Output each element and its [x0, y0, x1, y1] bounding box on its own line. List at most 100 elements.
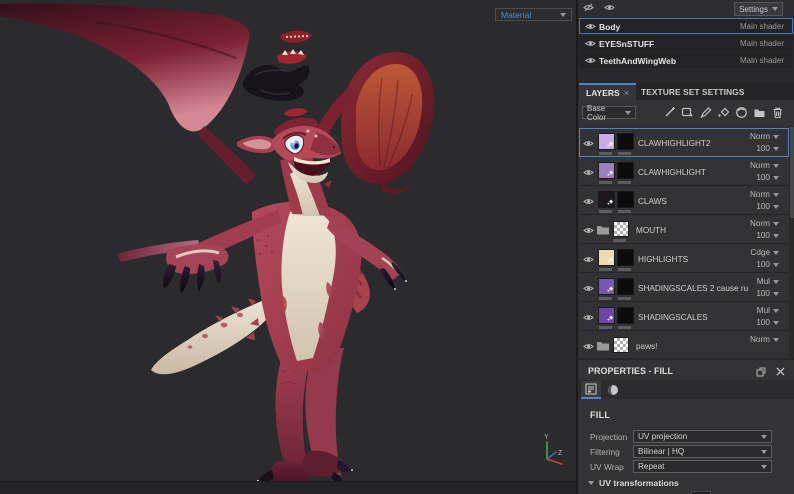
layer-row-clawhighlight2[interactable]: CLAWHIGHLIGHT2 Norm 100 — [579, 128, 789, 157]
scrollbar-thumb[interactable] — [789, 127, 794, 218]
delete-trash-icon[interactable] — [771, 106, 784, 119]
3d-viewport[interactable]: Y Z Material — [0, 0, 578, 494]
layer-row-paws[interactable]: paws! Norm — [579, 331, 789, 358]
blend-mode-dropdown[interactable]: Mul — [757, 306, 779, 315]
visibility-eye-icon[interactable] — [583, 255, 594, 266]
layers-list: CLAWHIGHLIGHT2 Norm 100 CLAWHIGHLIGHT No… — [578, 126, 794, 358]
layer-name: CLAWS — [638, 197, 667, 206]
folder-content-thumbnail[interactable] — [613, 221, 629, 237]
layer-mask-thumbnail[interactable] — [617, 249, 634, 266]
texture-set-name: Body — [599, 22, 621, 32]
chevron-down-icon — [772, 7, 778, 11]
right-dock-panel: Settings Body Main shader EYESnSTUFF Mai… — [578, 0, 794, 494]
visibility-eye-icon[interactable] — [604, 3, 615, 14]
texture-set-shader: Main shader — [739, 22, 784, 31]
uv-transformations-section-header[interactable]: UV transformations — [588, 478, 679, 488]
dragon-model — [0, 3, 435, 492]
layer-row-highlights[interactable]: HIGHLIGHTS Cdge 100 — [579, 244, 789, 273]
texture-set-row-body[interactable]: Body Main shader — [579, 18, 793, 34]
group-folder-icon[interactable] — [753, 106, 766, 119]
visibility-eye-icon[interactable] — [583, 313, 594, 324]
layer-name: CLAWHIGHLIGHT2 — [638, 139, 711, 148]
layer-fill-thumbnail[interactable] — [598, 307, 615, 324]
layer-row-shadingscales-2[interactable]: SHADINGSCALES 2 cause running ... Mul 10… — [579, 273, 789, 302]
tab-material-sphere[interactable] — [603, 381, 623, 399]
opacity-dropdown[interactable]: 100 — [756, 173, 779, 182]
add-smart-material-icon[interactable] — [681, 106, 694, 119]
folder-content-thumbnail[interactable] — [613, 337, 629, 353]
visibility-eye-icon[interactable] — [583, 226, 594, 237]
opacity-dropdown[interactable]: 100 — [756, 260, 779, 269]
visibility-eye-icon[interactable] — [583, 168, 594, 179]
uv-wrap-dropdown[interactable]: Repeat — [633, 460, 772, 473]
viewport-bottom-strip — [0, 481, 576, 494]
layer-mask-thumbnail[interactable] — [617, 278, 634, 295]
opacity-dropdown[interactable]: 100 — [756, 318, 779, 327]
layer-name: SHADINGSCALES 2 cause running ... — [638, 284, 748, 293]
blend-mode-dropdown[interactable]: Norm — [750, 335, 779, 344]
panel-tab-bar: LAYERS × TEXTURE SET SETTINGS — [578, 83, 794, 100]
blend-mode-dropdown[interactable]: Norm — [750, 132, 779, 141]
layer-fill-thumbnail[interactable] — [598, 278, 615, 295]
layer-mask-thumbnail[interactable] — [617, 191, 634, 208]
projection-dropdown[interactable]: UV projection — [633, 430, 772, 443]
opacity-dropdown[interactable]: 100 — [756, 144, 779, 153]
opacity-dropdown[interactable]: 100 — [756, 289, 779, 298]
tab-texture-set-settings[interactable]: TEXTURE SET SETTINGS — [634, 83, 751, 100]
fill-layer-bucket-icon[interactable] — [717, 106, 730, 119]
layer-row-mouth[interactable]: MOUTH Norm 100 — [579, 215, 789, 244]
visibility-eye-icon[interactable] — [583, 342, 594, 353]
layer-row-shadingscales[interactable]: SHADINGSCALES Mul 100 — [579, 302, 789, 331]
texture-set-row-teethandwingweb[interactable]: TeethAndWingWeb Main shader — [579, 52, 793, 68]
texture-set-row-eyesnstuff[interactable]: EYESnSTUFF Main shader — [579, 35, 793, 51]
detach-panel-icon[interactable] — [756, 367, 766, 379]
fill-bucket-icon — [607, 197, 614, 207]
layer-mask-thumbnail[interactable] — [617, 162, 634, 179]
blend-mode-dropdown[interactable]: Cdge — [750, 248, 779, 257]
visibility-eye-icon[interactable] — [583, 139, 594, 150]
layer-mask-thumbnail[interactable] — [617, 307, 634, 324]
properties-header: PROPERTIES - FILL — [578, 362, 794, 380]
add-effect-wand-icon[interactable] — [663, 106, 676, 119]
visibility-eye-icon[interactable] — [583, 197, 594, 208]
blend-mode-dropdown[interactable]: Norm — [750, 190, 779, 199]
paint-layer-brush-icon[interactable] — [699, 106, 712, 119]
blend-mode-dropdown[interactable]: Mul — [757, 277, 779, 286]
layers-scrollbar[interactable] — [789, 126, 794, 358]
layer-row-claws[interactable]: CLAWS Norm 100 — [579, 186, 789, 215]
fill-bucket-icon — [607, 139, 614, 149]
tab-layers[interactable]: LAYERS × — [579, 83, 636, 100]
smart-mask-sphere-icon[interactable] — [735, 106, 748, 119]
layer-fill-thumbnail[interactable] — [598, 162, 615, 179]
opacity-dropdown[interactable]: 100 — [756, 231, 779, 240]
gizmo-y-label: Y — [544, 434, 549, 441]
filtering-dropdown[interactable]: Bilinear | HQ — [633, 445, 772, 458]
tab-fill-parameters[interactable] — [581, 381, 601, 399]
layer-row-clawhighlight[interactable]: CLAWHIGHLIGHT Norm 100 — [579, 157, 789, 186]
field-label: UV Wrap — [590, 462, 624, 472]
texture-set-settings-button[interactable]: Settings — [734, 2, 783, 16]
layer-name: HIGHLIGHTS — [638, 255, 689, 264]
opacity-dropdown[interactable]: 100 — [756, 202, 779, 211]
chevron-down-icon — [560, 12, 566, 17]
layer-mask-thumbnail[interactable] — [617, 133, 634, 150]
layer-fill-thumbnail[interactable] — [598, 133, 615, 150]
visibility-eye-icon[interactable] — [585, 56, 596, 67]
texture-set-header: Settings — [578, 0, 794, 17]
channel-selector-dropdown[interactable]: Base Color — [582, 104, 636, 122]
texture-set-shader: Main shader — [739, 56, 784, 65]
chevron-down-icon — [625, 110, 631, 115]
close-tab-icon[interactable]: × — [624, 88, 629, 98]
visibility-filter-icon[interactable] — [583, 3, 594, 14]
visibility-eye-icon[interactable] — [585, 39, 596, 50]
visibility-eye-icon[interactable] — [583, 284, 594, 295]
layer-fill-thumbnail[interactable] — [598, 249, 615, 266]
close-icon[interactable] — [776, 367, 785, 378]
shading-mode-dropdown[interactable]: Material — [495, 8, 572, 21]
fill-bucket-icon — [607, 313, 614, 323]
blend-mode-dropdown[interactable]: Norm — [750, 161, 779, 170]
layer-name: paws! — [636, 342, 658, 351]
blend-mode-dropdown[interactable]: Norm — [750, 219, 779, 228]
layer-fill-thumbnail[interactable] — [598, 191, 615, 208]
visibility-eye-icon[interactable] — [585, 22, 596, 33]
